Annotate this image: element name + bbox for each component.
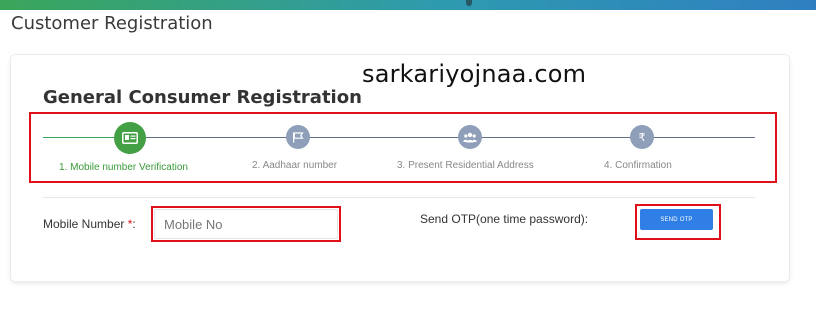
- top-bar-marker: [466, 0, 472, 6]
- watermark-text: sarkariyojnaa.com: [362, 60, 587, 88]
- page-title: Customer Registration: [11, 13, 213, 34]
- highlight-box-stepper: [29, 112, 777, 183]
- section-divider: [43, 197, 755, 198]
- highlight-box-mobile-input: [151, 206, 341, 242]
- send-otp-label: Send OTP(one time password):: [420, 212, 589, 226]
- label-colon: :: [132, 217, 136, 231]
- top-gradient-bar: [0, 0, 816, 10]
- mobile-number-label: Mobile Number *:: [43, 217, 136, 231]
- mobile-label-text: Mobile Number: [43, 217, 125, 231]
- card-title: General Consumer Registration: [43, 87, 362, 108]
- highlight-box-send-otp: [635, 204, 721, 240]
